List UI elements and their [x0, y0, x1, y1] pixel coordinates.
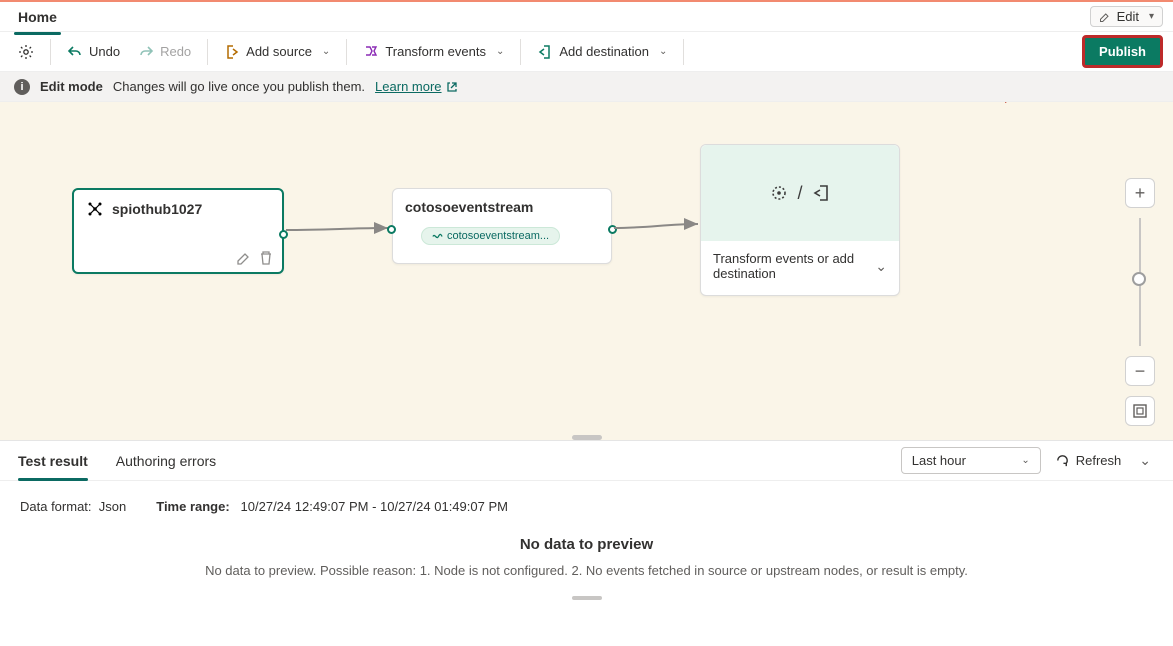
source-node-label: spiothub1027 [112, 201, 202, 217]
no-data-heading: No data to preview [20, 536, 1153, 553]
fit-icon [1132, 403, 1148, 419]
output-port[interactable] [608, 225, 617, 234]
iothub-icon [86, 200, 104, 218]
zoom-out-button[interactable]: − [1125, 356, 1155, 386]
toolbar-separator [346, 39, 347, 65]
transform-events-label: Transform events [385, 44, 486, 59]
stream-icon [432, 231, 443, 242]
refresh-label: Refresh [1076, 453, 1122, 468]
data-format-value: Json [99, 499, 126, 514]
data-format-label: Data format: [20, 499, 92, 514]
toolbar-separator [50, 39, 51, 65]
edge-stream-to-dest [612, 216, 704, 240]
stream-node-label: cotosoeventstream [405, 199, 533, 215]
publish-button[interactable]: Publish [1082, 35, 1163, 68]
undo-button[interactable]: Undo [59, 39, 128, 65]
input-port[interactable] [387, 225, 396, 234]
learn-more-label: Learn more [375, 79, 441, 94]
destination-placeholder-icon [811, 183, 831, 203]
add-destination-button[interactable]: Add destination ⌄ [529, 39, 675, 65]
redo-label: Redo [160, 44, 191, 59]
tab-authoring-errors[interactable]: Authoring errors [116, 447, 216, 475]
chevron-down-icon: ⌄ [1021, 455, 1029, 466]
node-source[interactable]: spiothub1027 [72, 188, 284, 274]
transform-events-button[interactable]: Transform events ⌄ [355, 39, 512, 65]
info-message: Changes will go live once you publish th… [113, 79, 365, 94]
info-icon: i [14, 79, 30, 95]
transform-placeholder-icon [769, 183, 789, 203]
settings-button[interactable] [10, 39, 42, 65]
external-link-icon [446, 81, 458, 93]
node-eventstream[interactable]: cotosoeventstream cotosoeventstream... [392, 188, 612, 264]
refresh-button[interactable]: Refresh [1055, 453, 1122, 468]
edit-mode-label: Edit [1117, 9, 1139, 24]
time-range-select[interactable]: Last hour ⌄ [901, 447, 1041, 474]
tab-home[interactable]: Home [10, 5, 65, 29]
time-range-label: Time range: [156, 499, 229, 514]
chevron-down-icon: ⌄ [496, 46, 504, 57]
output-port[interactable] [279, 230, 288, 239]
redo-icon [138, 44, 154, 60]
zoom-slider[interactable] [1139, 218, 1141, 346]
tab-test-result[interactable]: Test result [18, 447, 88, 475]
stream-chip[interactable]: cotosoeventstream... [421, 227, 560, 245]
redo-button: Redo [130, 39, 199, 65]
chevron-down-icon: ⌄ [659, 46, 667, 57]
zoom-in-button[interactable]: + [1125, 178, 1155, 208]
refresh-icon [1055, 453, 1070, 468]
delete-icon[interactable] [258, 250, 274, 266]
toolbar-separator [207, 39, 208, 65]
edge-source-to-stream [284, 220, 394, 240]
toolbar-separator [683, 39, 684, 65]
design-canvas[interactable]: spiothub1027 cotosoeventstream cotosoeve… [0, 102, 1173, 440]
undo-label: Undo [89, 44, 120, 59]
source-icon [224, 44, 240, 60]
fit-screen-button[interactable] [1125, 396, 1155, 426]
time-range-value: 10/27/24 12:49:07 PM - 10/27/24 01:49:07… [241, 499, 508, 514]
transform-icon [363, 44, 379, 60]
slash-separator: / [797, 183, 802, 204]
destination-placeholder-label: Transform events or add destination [713, 251, 871, 281]
learn-more-link[interactable]: Learn more [375, 79, 457, 94]
time-range-selected: Last hour [912, 453, 966, 468]
toolbar-separator [520, 39, 521, 65]
caret-down-icon: ▾ [1149, 11, 1154, 22]
edit-icon[interactable] [236, 250, 252, 266]
stream-chip-label: cotosoeventstream... [447, 230, 549, 242]
canvas-resize-handle[interactable] [572, 435, 602, 440]
add-source-label: Add source [246, 44, 312, 59]
undo-icon [67, 44, 83, 60]
destination-icon [537, 44, 553, 60]
gear-icon [18, 44, 34, 60]
zoom-handle[interactable] [1132, 272, 1146, 286]
collapse-panel-button[interactable]: ⌄ [1135, 448, 1155, 473]
no-data-reason: No data to preview. Possible reason: 1. … [20, 563, 1153, 578]
node-destination-placeholder[interactable]: / Transform events or add destination ⌄ [700, 144, 900, 296]
info-mode-label: Edit mode [40, 79, 103, 94]
chevron-down-icon[interactable]: ⌄ [875, 258, 887, 275]
chevron-down-icon: ⌄ [322, 46, 330, 57]
add-source-button[interactable]: Add source ⌄ [216, 39, 338, 65]
add-destination-label: Add destination [559, 44, 649, 59]
results-resize-handle[interactable] [572, 596, 602, 600]
pencil-icon [1099, 11, 1111, 23]
edit-mode-dropdown[interactable]: Edit ▾ [1090, 6, 1163, 27]
